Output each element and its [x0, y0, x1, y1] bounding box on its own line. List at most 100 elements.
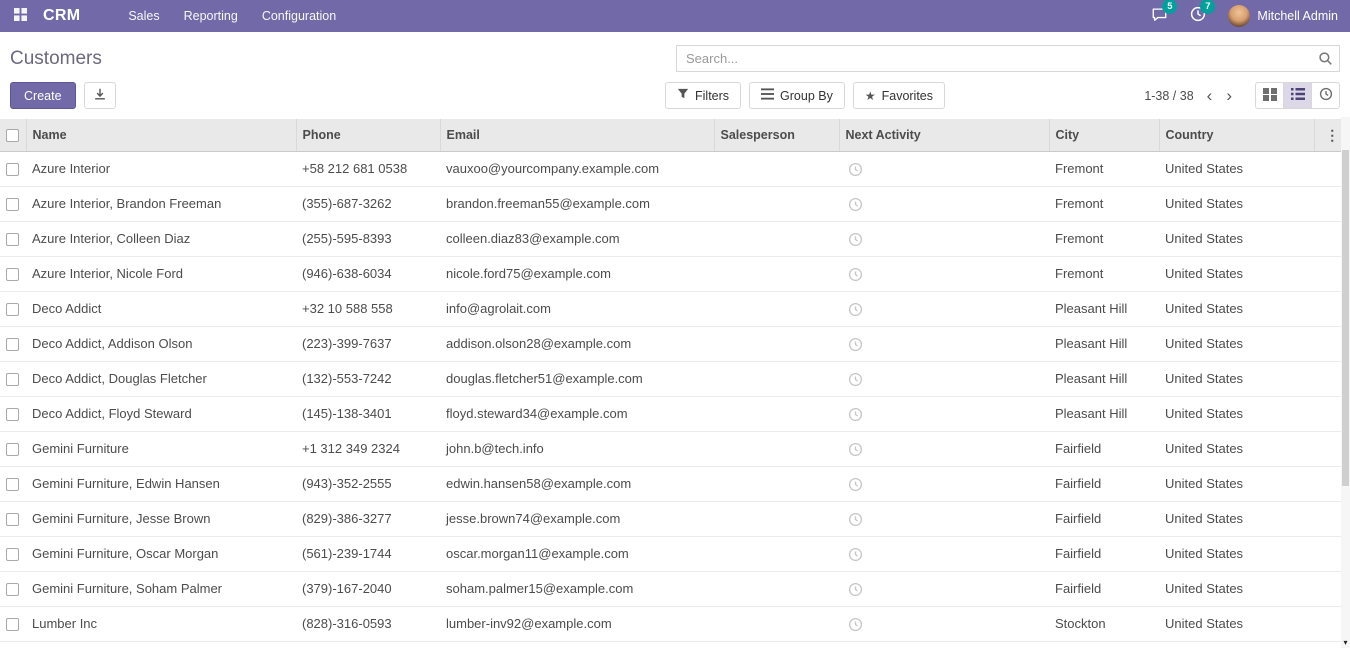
search-input[interactable]	[676, 45, 1340, 72]
navbar-systray: 5 7 Mitchell Admin	[1151, 5, 1342, 27]
column-header-email[interactable]: Email	[440, 119, 714, 151]
table-row[interactable]: Deco Addict, Douglas Fletcher (132)-553-…	[0, 361, 1350, 396]
cell-phone: (829)-386-3277	[296, 501, 440, 536]
table-row[interactable]: Gemini Furniture +1 312 349 2324 john.b@…	[0, 431, 1350, 466]
next-activity-clock-icon[interactable]	[848, 442, 863, 457]
row-checkbox[interactable]	[6, 163, 19, 176]
app-title[interactable]: CRM	[43, 7, 80, 25]
cell-phone: (132)-553-7242	[296, 361, 440, 396]
column-header-country[interactable]: Country	[1159, 119, 1314, 151]
table-row[interactable]: Gemini Furniture, Jesse Brown (829)-386-…	[0, 501, 1350, 536]
row-checkbox[interactable]	[6, 443, 19, 456]
next-activity-clock-icon[interactable]	[848, 337, 863, 352]
table-row[interactable]: Deco Addict, Floyd Steward (145)-138-340…	[0, 396, 1350, 431]
column-header-salesperson[interactable]: Salesperson	[714, 119, 839, 151]
row-checkbox[interactable]	[6, 268, 19, 281]
cell-country: United States	[1159, 186, 1314, 221]
table-row[interactable]: Azure Interior, Nicole Ford (946)-638-60…	[0, 256, 1350, 291]
scrollbar-down-arrow[interactable]: ▾	[1341, 638, 1350, 647]
apps-menu-button[interactable]	[8, 4, 33, 28]
next-activity-clock-icon[interactable]	[848, 582, 863, 597]
next-activity-clock-icon[interactable]	[848, 477, 863, 492]
row-checkbox[interactable]	[6, 303, 19, 316]
star-icon: ★	[865, 90, 876, 102]
cell-email: oscar.morgan11@example.com	[440, 536, 714, 571]
filters-button[interactable]: Filters	[665, 82, 741, 109]
search-box	[676, 45, 1340, 72]
row-checkbox[interactable]	[6, 198, 19, 211]
row-checkbox[interactable]	[6, 338, 19, 351]
next-activity-clock-icon[interactable]	[848, 372, 863, 387]
menu-reporting[interactable]: Reporting	[172, 0, 250, 32]
cell-country: United States	[1159, 326, 1314, 361]
messages-button[interactable]: 5	[1151, 6, 1168, 27]
group-by-button[interactable]: Group By	[749, 82, 845, 109]
row-checkbox[interactable]	[6, 233, 19, 246]
activity-view-button[interactable]	[1311, 82, 1340, 109]
scrollbar-thumb[interactable]	[1342, 150, 1349, 486]
row-checkbox[interactable]	[6, 548, 19, 561]
table-row[interactable]: Gemini Furniture, Edwin Hansen (943)-352…	[0, 466, 1350, 501]
table-row[interactable]: Azure Interior, Colleen Diaz (255)-595-8…	[0, 221, 1350, 256]
table-row[interactable]: Azure Interior +58 212 681 0538 vauxoo@y…	[0, 151, 1350, 186]
row-checkbox[interactable]	[6, 513, 19, 526]
row-select-cell	[0, 466, 26, 501]
cell-country: United States	[1159, 396, 1314, 431]
column-header-next-activity[interactable]: Next Activity	[839, 119, 1049, 151]
table-row[interactable]: Gemini Furniture, Oscar Morgan (561)-239…	[0, 536, 1350, 571]
cell-salesperson	[714, 151, 839, 186]
cell-email: addison.olson28@example.com	[440, 326, 714, 361]
group-by-icon	[761, 88, 774, 103]
search-icon[interactable]	[1318, 51, 1333, 71]
pager-previous-button[interactable]: ‹	[1200, 87, 1220, 104]
table-row[interactable]: Deco Addict +32 10 588 558 info@agrolait…	[0, 291, 1350, 326]
cell-country: United States	[1159, 571, 1314, 606]
next-activity-clock-icon[interactable]	[848, 232, 863, 247]
next-activity-clock-icon[interactable]	[848, 617, 863, 632]
next-activity-clock-icon[interactable]	[848, 407, 863, 422]
column-header-name[interactable]: Name	[26, 119, 296, 151]
next-activity-clock-icon[interactable]	[848, 197, 863, 212]
row-checkbox[interactable]	[6, 408, 19, 421]
next-activity-clock-icon[interactable]	[848, 267, 863, 282]
row-checkbox[interactable]	[6, 583, 19, 596]
menu-configuration[interactable]: Configuration	[250, 0, 348, 32]
right-actions: Filters Group By ★ Favorites 1-38 / 38 ‹…	[665, 82, 1340, 109]
row-select-cell	[0, 326, 26, 361]
column-header-city[interactable]: City	[1049, 119, 1159, 151]
cell-name: Deco Addict, Addison Olson	[26, 326, 296, 361]
select-all-checkbox[interactable]	[6, 129, 19, 142]
next-activity-clock-icon[interactable]	[848, 547, 863, 562]
cell-city: Fremont	[1049, 151, 1159, 186]
table-row[interactable]: Gemini Furniture, Soham Palmer (379)-167…	[0, 571, 1350, 606]
table-row[interactable]: Deco Addict, Addison Olson (223)-399-763…	[0, 326, 1350, 361]
activities-button[interactable]: 7	[1190, 6, 1206, 27]
favorites-button[interactable]: ★ Favorites	[853, 82, 945, 109]
filter-icon	[677, 88, 689, 103]
cell-salesperson	[714, 186, 839, 221]
cell-salesperson	[714, 431, 839, 466]
create-button[interactable]: Create	[10, 82, 76, 109]
menu-sales[interactable]: Sales	[116, 0, 171, 32]
next-activity-clock-icon[interactable]	[848, 162, 863, 177]
row-checkbox[interactable]	[6, 373, 19, 386]
column-header-phone[interactable]: Phone	[296, 119, 440, 151]
next-activity-clock-icon[interactable]	[848, 512, 863, 527]
kanban-view-button[interactable]	[1255, 82, 1284, 109]
table-row[interactable]: Azure Interior, Brandon Freeman (355)-68…	[0, 186, 1350, 221]
list-view-button[interactable]	[1283, 82, 1312, 109]
cell-country: United States	[1159, 606, 1314, 641]
row-checkbox[interactable]	[6, 618, 19, 631]
cell-country: United States	[1159, 361, 1314, 396]
export-button[interactable]	[84, 82, 116, 109]
table-row[interactable]: Lumber Inc (828)-316-0593 lumber-inv92@e…	[0, 606, 1350, 641]
view-switcher	[1255, 82, 1340, 109]
user-menu[interactable]: Mitchell Admin	[1228, 5, 1338, 27]
cell-phone: +32 10 588 558	[296, 291, 440, 326]
row-select-cell	[0, 571, 26, 606]
row-checkbox[interactable]	[6, 478, 19, 491]
vertical-scrollbar[interactable]: ▾	[1341, 117, 1350, 648]
pager-next-button[interactable]: ›	[1219, 87, 1239, 104]
cell-country: United States	[1159, 431, 1314, 466]
next-activity-clock-icon[interactable]	[848, 302, 863, 317]
